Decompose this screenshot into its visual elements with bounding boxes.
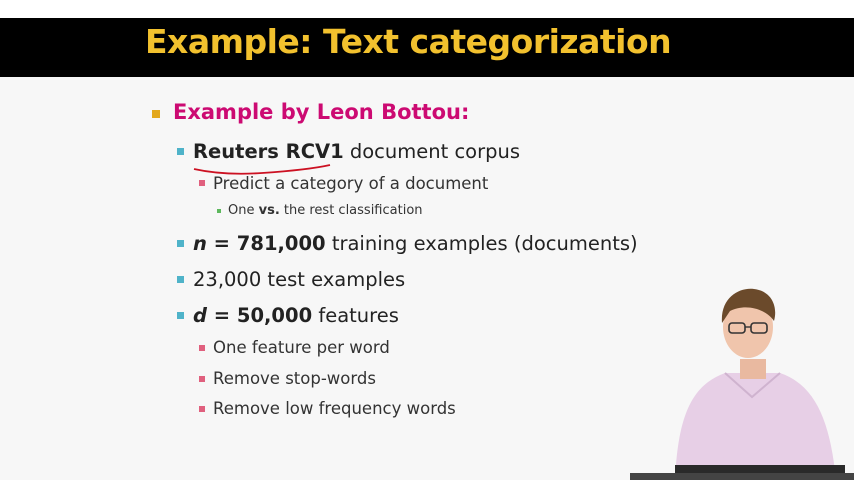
bullet-one-feature: One feature per word bbox=[213, 338, 390, 357]
bullet-marker-l2 bbox=[177, 276, 184, 283]
bullet-reuters-bold: Reuters RCV1 bbox=[193, 140, 344, 163]
bullet-marker-l3 bbox=[199, 345, 205, 351]
bullet-test-examples: 23,000 test examples bbox=[193, 268, 406, 291]
bullet-marker-l3 bbox=[199, 376, 205, 382]
n-text: training examples (documents) bbox=[325, 232, 638, 255]
one-vs-rest-pre: One bbox=[228, 203, 259, 218]
n-value: = 781,000 bbox=[206, 232, 326, 255]
bullet-reuters: Reuters RCV1 document corpus bbox=[193, 140, 520, 163]
d-value: = 50,000 bbox=[206, 304, 313, 327]
var-d: d bbox=[193, 304, 207, 327]
bullet-marker-l3 bbox=[199, 180, 205, 186]
bullet-example-by: Example by Leon Bottou: bbox=[173, 100, 470, 124]
bullet-stop-words: Remove stop-words bbox=[213, 369, 376, 388]
bullet-n-training: n = 781,000 training examples (documents… bbox=[193, 232, 638, 255]
bullet-low-frequency: Remove low frequency words bbox=[213, 399, 456, 418]
bullet-reuters-text: document corpus bbox=[343, 140, 521, 163]
bullet-marker-l3 bbox=[199, 406, 205, 412]
bullet-marker-l2 bbox=[177, 312, 184, 319]
bullet-marker-l2 bbox=[177, 148, 184, 155]
bullet-marker-l4 bbox=[217, 209, 221, 213]
bullet-one-vs-rest: One vs. the rest classification bbox=[228, 203, 423, 218]
one-vs-rest-text: the rest classification bbox=[279, 203, 423, 218]
bullet-marker-l2 bbox=[177, 240, 184, 247]
presenter-video-image bbox=[630, 288, 854, 480]
bullet-d-features: d = 50,000 features bbox=[193, 304, 399, 327]
top-strip bbox=[0, 0, 854, 18]
var-n: n bbox=[193, 232, 207, 255]
bullet-predict: Predict a category of a document bbox=[213, 174, 489, 193]
slide-title: Example: Text categorization bbox=[145, 22, 672, 61]
d-text: features bbox=[312, 304, 399, 327]
one-vs-rest-bold: vs. bbox=[258, 203, 280, 218]
bullet-marker-l1 bbox=[152, 110, 160, 118]
